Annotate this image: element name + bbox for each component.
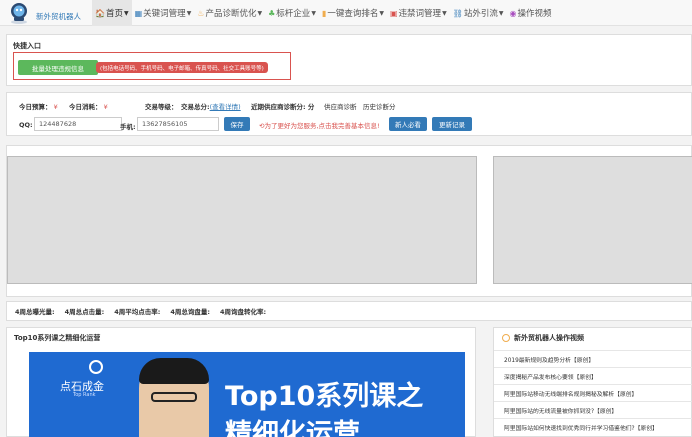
course-banner[interactable]: 点石成金 Top Rank Top10系列课之 精细化运营 bbox=[29, 352, 465, 437]
supplier-score: 近期供应商诊断分: 分 bbox=[251, 103, 315, 111]
view-detail-link[interactable]: (查看详情) bbox=[210, 103, 241, 111]
caret-down-icon: ▼ bbox=[379, 9, 384, 17]
violation-note-badge: (包括电话号码、手机号码、电子邮箱、传真号码、社交工具账号等) bbox=[96, 62, 268, 73]
caret-down-icon: ▼ bbox=[442, 9, 447, 17]
weekly-stat-0: 4周总曝光量: bbox=[15, 308, 55, 316]
nav-item-3[interactable]: ♣ 标杆企业 ▼ bbox=[265, 0, 319, 26]
nav-label: 违禁词管理 bbox=[398, 9, 442, 19]
video-list-item[interactable]: 2019最新规则及趋势分析【原创】 bbox=[494, 350, 692, 367]
caret-down-icon: ▼ bbox=[186, 9, 192, 17]
trade-total: 交易总分:(查看详情) bbox=[181, 103, 241, 111]
banner-headline-2: 精细化运营 bbox=[225, 419, 360, 437]
course-panel: Top10系列课之精细化运营 点石成金 Top Rank Top10系列课之 精… bbox=[6, 327, 476, 437]
nav-item-5[interactable]: ▣ 违禁词管理 ▼ bbox=[387, 0, 450, 26]
caret-down-icon: ▼ bbox=[123, 9, 129, 17]
videos-title: 新外贸机器人操作视频 bbox=[502, 333, 584, 343]
caret-down-icon: ▼ bbox=[257, 9, 263, 17]
nav-item-0[interactable]: 🏠 首页 ▼ bbox=[92, 0, 132, 26]
weekly-stat-3: 4周总询盘量: bbox=[170, 308, 210, 316]
qq-label: QQ: bbox=[19, 121, 33, 129]
image-placeholder-left bbox=[7, 156, 477, 284]
video-list-item[interactable]: 阿里国际站的无线流量被你抓到没?【原创】 bbox=[494, 401, 692, 418]
presenter-photo bbox=[139, 358, 209, 437]
supplier-diag-link[interactable]: 供应商诊断 bbox=[324, 101, 357, 111]
changelog-button[interactable]: 更新记录 bbox=[432, 117, 472, 131]
nav-label: 标杆企业 bbox=[276, 9, 311, 19]
top-navbar: 新外贸机器人 🏠 首页 ▼ ▦ 关键词管理 ▼ ♨ 产品诊断优化 ▼ ♣ 标杆企业 ▼ ▮ 一键查询排名 ▼… bbox=[0, 0, 692, 26]
bar-chart-icon: ▮ bbox=[321, 8, 327, 18]
thumb-up-icon bbox=[89, 360, 103, 374]
nav-label: 首页 bbox=[105, 9, 123, 19]
batch-process-label: 批量处理违规信息 bbox=[32, 64, 84, 73]
list-icon: ▦ bbox=[134, 8, 143, 18]
banner-brand-en: Top Rank bbox=[73, 392, 96, 398]
caret-down-icon: ▼ bbox=[498, 9, 504, 17]
nav-label: 关键词管理 bbox=[143, 9, 186, 19]
weekly-stats-bar: 4周总曝光量: 4周总点击量: 4周平均点击率: 4周总询盘量: 4周询盘转化率: bbox=[6, 301, 692, 321]
main-nav: 🏠 首页 ▼ ▦ 关键词管理 ▼ ♨ 产品诊断优化 ▼ ♣ 标杆企业 ▼ ▮ 一键查询排名 ▼ ▣ 违禁词管理 ▼… bbox=[92, 0, 554, 26]
trade-level: 交易等级： bbox=[145, 103, 178, 111]
quick-entry-title: 快捷入口 bbox=[13, 42, 41, 50]
banner-headline-1: Top10系列课之 bbox=[225, 381, 424, 412]
home-icon: 🏠 bbox=[95, 8, 105, 18]
weekly-stat-1: 4周总点击量: bbox=[64, 308, 105, 316]
image-area bbox=[6, 145, 692, 297]
weekly-stat-2: 4周平均点击率: bbox=[114, 308, 161, 316]
weekly-stat-4: 4周询盘转化率: bbox=[220, 308, 267, 316]
play-icon: ◉ bbox=[509, 8, 517, 18]
today-spend: 今日消耗： ¥ bbox=[69, 103, 108, 111]
newbie-guide-button[interactable]: 新人必看 bbox=[389, 117, 427, 131]
complete-info-link[interactable]: ⟲为了更好为您服务,点击我完善基本信息! bbox=[259, 120, 380, 130]
nav-label: 操作视频 bbox=[517, 9, 552, 19]
qq-input[interactable]: 124487628 bbox=[34, 117, 122, 131]
robot-logo-icon[interactable] bbox=[8, 2, 30, 24]
video-list-item[interactable]: 深度揭秘产品发布核心要领【原创】 bbox=[494, 367, 692, 384]
fire-icon: ♨ bbox=[197, 8, 205, 18]
nav-item-7[interactable]: ◉ 操作视频 bbox=[506, 0, 554, 26]
nav-label: 一键查询排名 bbox=[327, 9, 379, 19]
today-budget: 今日预算： ¥ bbox=[19, 103, 58, 111]
play-circle-icon bbox=[502, 334, 510, 342]
batch-process-button[interactable]: 批量处理违规信息 bbox=[18, 60, 98, 75]
briefcase-icon: ▣ bbox=[389, 8, 398, 18]
video-list-item[interactable]: 阿里国际站如何快速找到优秀同行并学习借鉴他们?【原创】 bbox=[494, 418, 692, 435]
nav-item-4[interactable]: ▮ 一键查询排名 ▼ bbox=[319, 0, 387, 26]
tree-icon: ♣ bbox=[268, 8, 276, 18]
brand-name[interactable]: 新外贸机器人 bbox=[36, 11, 81, 22]
save-button[interactable]: 保存 bbox=[224, 117, 250, 131]
image-placeholder-right bbox=[493, 156, 692, 284]
caret-down-icon: ▼ bbox=[311, 9, 316, 17]
quick-entry-panel: 快捷入口 bbox=[6, 34, 692, 86]
phone-input[interactable]: 13627856105 bbox=[137, 117, 219, 131]
videos-panel: 新外贸机器人操作视频 2019最新规则及趋势分析【原创】 深度揭秘产品发布核心要领… bbox=[493, 327, 692, 437]
account-stats-panel: 今日预算： ¥ 今日消耗： ¥ 交易等级： 交易总分:(查看详情) 近期供应商诊… bbox=[6, 92, 692, 136]
history-diag-link[interactable]: 历史诊断分 bbox=[363, 101, 396, 111]
video-list: 2019最新规则及趋势分析【原创】 深度揭秘产品发布核心要领【原创】 阿里国际站移动… bbox=[494, 350, 692, 435]
nav-item-1[interactable]: ▦ 关键词管理 ▼ bbox=[132, 0, 195, 26]
nav-label: 站外引流 bbox=[463, 9, 498, 19]
nav-item-6[interactable]: ⛓ 站外引流 ▼ bbox=[450, 0, 507, 26]
nav-item-2[interactable]: ♨ 产品诊断优化 ▼ bbox=[194, 0, 265, 26]
nav-label: 产品诊断优化 bbox=[205, 9, 257, 19]
link-icon: ⛓ bbox=[452, 8, 463, 18]
course-title: Top10系列课之精细化运营 bbox=[14, 334, 101, 342]
phone-label: 手机: bbox=[120, 123, 136, 131]
video-list-item[interactable]: 阿里国际站移动无线端排名规则揭秘及解析【原创】 bbox=[494, 384, 692, 401]
